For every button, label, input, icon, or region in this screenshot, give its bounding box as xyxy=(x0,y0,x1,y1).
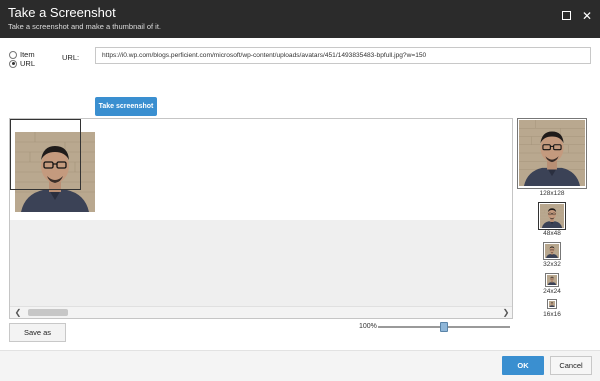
zoom-slider-handle[interactable] xyxy=(440,322,448,332)
zoom-level-label: 100% xyxy=(359,323,377,330)
url-label: URL: xyxy=(62,53,80,62)
cancel-button[interactable]: Cancel xyxy=(550,356,592,375)
preview-16-label: 16x16 xyxy=(543,311,561,318)
radio-url-icon[interactable] xyxy=(9,59,17,68)
radio-item-option[interactable]: Item xyxy=(9,50,35,59)
preview-16[interactable] xyxy=(547,299,557,309)
radio-item-label: Item xyxy=(20,50,35,59)
preview-24[interactable] xyxy=(545,273,559,287)
crop-selection-box[interactable] xyxy=(10,119,81,190)
close-icon[interactable]: ✕ xyxy=(580,9,594,23)
scroll-left-icon[interactable]: ❮ xyxy=(12,307,24,318)
scroll-thumb[interactable] xyxy=(28,309,68,316)
radio-item-icon[interactable] xyxy=(9,50,17,59)
preview-48-label: 48x48 xyxy=(543,230,561,237)
preview-32-image xyxy=(545,244,559,258)
zoom-slider[interactable] xyxy=(378,322,510,332)
preview-32-label: 32x32 xyxy=(543,261,561,268)
save-as-button[interactable]: Save as xyxy=(9,323,66,342)
preview-16-image xyxy=(549,301,555,307)
preview-24-label: 24x24 xyxy=(543,288,561,295)
horizontal-scrollbar[interactable]: ❮ ❯ xyxy=(10,306,512,318)
preview-128[interactable] xyxy=(517,118,587,189)
ok-button[interactable]: OK xyxy=(502,356,544,375)
scroll-right-icon[interactable]: ❯ xyxy=(500,307,512,318)
radio-url-option[interactable]: URL xyxy=(9,59,35,68)
maximize-icon[interactable] xyxy=(560,9,574,23)
dialog-subtitle: Take a screenshot and make a thumbnail o… xyxy=(8,22,162,31)
screenshot-canvas[interactable]: ❮ ❯ xyxy=(9,118,513,319)
radio-url-label: URL xyxy=(20,59,36,68)
take-screenshot-button[interactable]: Take screenshot xyxy=(95,97,157,116)
preview-24-image xyxy=(547,275,557,285)
title-bar: Take a Screenshot Take a screenshot and … xyxy=(0,0,600,38)
canvas-empty-area xyxy=(10,220,512,308)
preview-128-image xyxy=(519,120,585,186)
dialog-title: Take a Screenshot xyxy=(8,5,116,20)
preview-128-label: 128x128 xyxy=(539,190,565,197)
preview-48[interactable] xyxy=(538,202,566,230)
preview-48-image xyxy=(540,204,564,228)
url-input[interactable]: https://i0.wp.com/blogs.perficient.com/m… xyxy=(95,47,591,64)
preview-32[interactable] xyxy=(543,242,561,260)
